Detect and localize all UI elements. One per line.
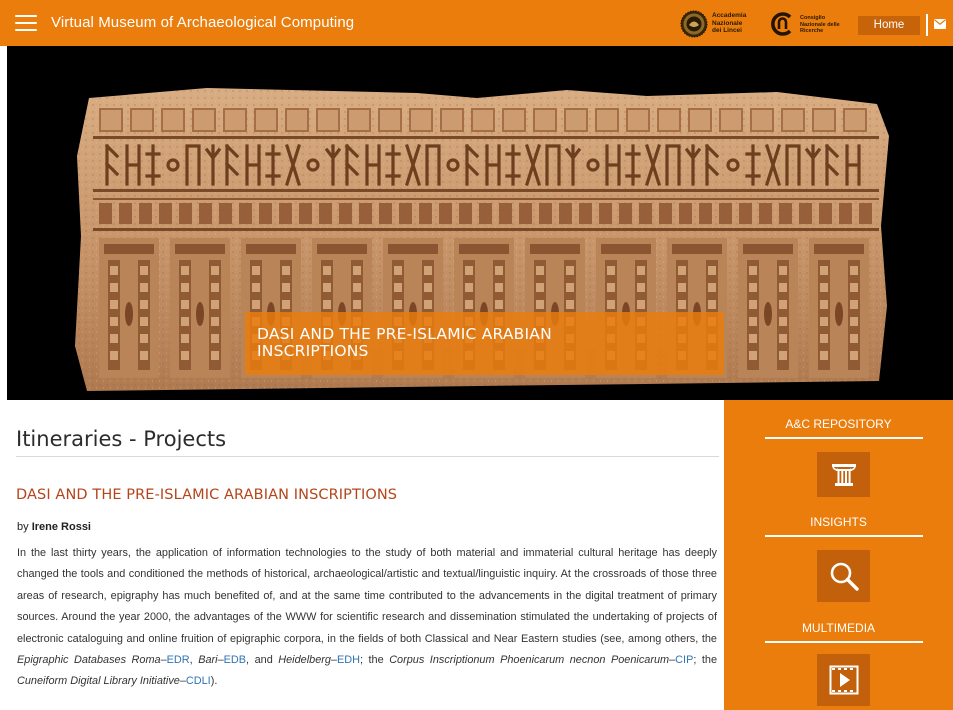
article-body: In the last thirty years, the applicatio…	[17, 547, 717, 688]
home-button[interactable]: Home	[858, 16, 920, 35]
repository-button[interactable]	[817, 452, 870, 497]
column-icon	[831, 464, 856, 486]
sidebar-heading-repository[interactable]: A&C REPOSITORY	[724, 417, 953, 431]
article-title: DASI AND THE PRE-ISLAMIC ARABIAN INSCRIP…	[16, 487, 398, 503]
byline: by Irene Rossi	[17, 521, 91, 533]
hero-caption-line: DASI AND THE PRE-ISLAMIC ARABIAN	[257, 325, 552, 343]
magnifier-icon	[830, 562, 859, 591]
link-cdli[interactable]: CDLI	[186, 675, 211, 687]
byline-prefix: by	[17, 521, 29, 533]
lincei-logo[interactable]: Accademia Nazionale dei Lincei	[677, 9, 763, 39]
insights-button[interactable]	[817, 550, 870, 602]
hamburger-menu-icon[interactable]	[15, 15, 37, 31]
hero-caption-line: INSCRIPTIONS	[257, 342, 369, 360]
sidebar-heading-insights[interactable]: INSIGHTS	[724, 515, 953, 529]
sidebar-divider	[765, 437, 923, 439]
sidebar-heading-multimedia[interactable]: MULTIMEDIA	[724, 621, 953, 635]
cnr-mark-icon	[771, 12, 792, 36]
sidebar-section-insights: INSIGHTS	[724, 515, 953, 602]
cnr-logo-text: Consiglio Nazionale delle Ricerche	[800, 15, 840, 34]
cnr-logo[interactable]: Consiglio Nazionale delle Ricerche	[768, 10, 852, 38]
lincei-logo-text: Accademia Nazionale dei Lincei	[712, 12, 747, 34]
envelope-icon[interactable]	[934, 19, 946, 29]
hero-caption[interactable]: DASI AND THE PRE-ISLAMIC ARABIAN INSCRIP…	[245, 312, 724, 375]
top-bar: Virtual Museum of Archaeological Computi…	[0, 0, 953, 46]
page-title: Itineraries - Projects	[16, 427, 227, 451]
link-edh[interactable]: EDH	[337, 654, 360, 666]
sidebar-section-repository: A&C REPOSITORY	[724, 417, 953, 497]
sidebar-section-multimedia: MULTIMEDIA	[724, 621, 953, 706]
link-edb[interactable]: EDB	[224, 654, 246, 666]
link-edr[interactable]: EDR	[167, 654, 190, 666]
multimedia-button[interactable]	[817, 654, 870, 706]
lincei-seal-icon	[680, 10, 708, 38]
title-divider	[16, 456, 719, 457]
sidebar-divider	[765, 535, 923, 537]
main-content: Itineraries - Projects DASI AND THE PRE-…	[7, 400, 724, 710]
video-play-icon	[829, 665, 858, 695]
header-divider	[926, 14, 928, 36]
sidebar-divider	[765, 641, 923, 643]
site-title[interactable]: Virtual Museum of Archaeological Computi…	[51, 14, 354, 31]
hero-banner: DASI AND THE PRE-ISLAMIC ARABIAN INSCRIP…	[7, 46, 953, 400]
link-cip[interactable]: CIP	[675, 654, 693, 666]
sidebar: A&C REPOSITORY INSIGHTS MULTIMEDIA	[724, 400, 953, 710]
author-name: Irene Rossi	[31, 521, 91, 533]
